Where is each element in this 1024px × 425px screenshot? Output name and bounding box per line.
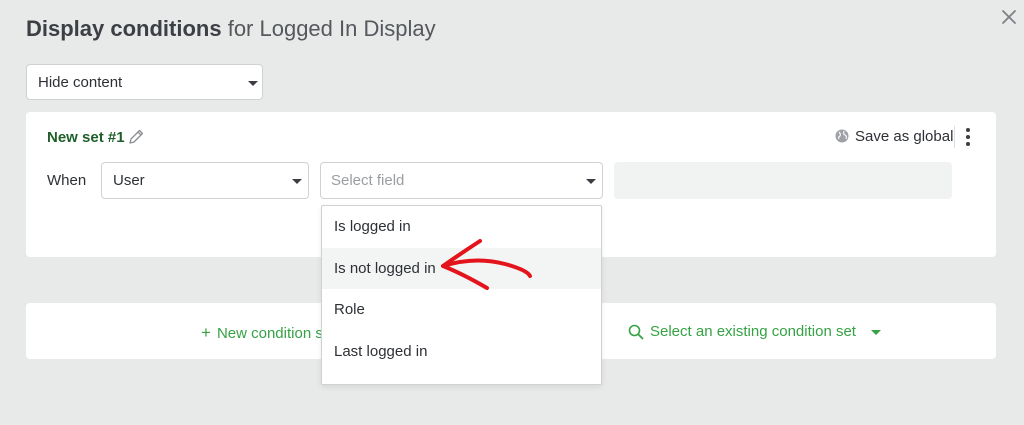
- source-select[interactable]: User: [101, 162, 309, 199]
- modal-title: Display conditions for Logged In Display: [26, 16, 436, 42]
- close-icon[interactable]: [1000, 8, 1018, 26]
- when-label: When: [47, 172, 87, 189]
- field-select[interactable]: Select field: [320, 162, 603, 199]
- option-last-logged-in[interactable]: Last logged in: [322, 331, 601, 373]
- new-condition-set-label: New condition s: [216, 325, 323, 342]
- red-arrow-annotation: [441, 239, 532, 290]
- save-as-global-button[interactable]: Save as global: [855, 128, 953, 145]
- divider: [954, 126, 955, 148]
- pencil-icon[interactable]: [127, 128, 145, 146]
- search-icon: [628, 324, 644, 340]
- select-existing-set-button[interactable]: Select an existing condition set: [650, 323, 856, 340]
- plus-icon: +: [201, 323, 211, 342]
- kebab-menu-icon[interactable]: [963, 128, 973, 148]
- field-placeholder: Select field: [331, 172, 405, 189]
- condition-value-input[interactable]: [614, 162, 952, 199]
- new-condition-set-button[interactable]: + New condition s: [201, 323, 323, 343]
- caret-down-icon: [248, 81, 258, 86]
- source-value: User: [113, 172, 145, 189]
- condition-set-name: New set #1: [47, 129, 125, 146]
- display-mode-select[interactable]: Hide content: [26, 64, 263, 100]
- caret-down-icon[interactable]: [871, 330, 881, 335]
- modal-title-bold: Display conditions: [26, 16, 222, 41]
- globe-icon: [835, 129, 849, 143]
- caret-down-icon: [586, 179, 596, 184]
- display-mode-value: Hide content: [38, 73, 123, 91]
- caret-down-icon: [292, 179, 302, 184]
- modal-title-rest: for Logged In Display: [221, 16, 436, 41]
